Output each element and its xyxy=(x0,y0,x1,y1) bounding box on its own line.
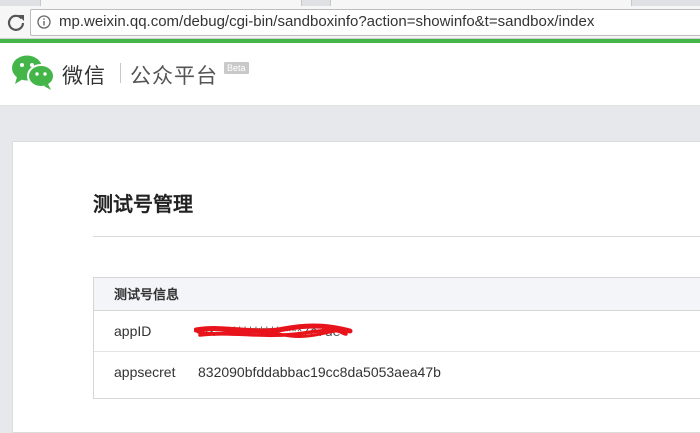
appid-label: appID xyxy=(114,323,152,339)
address-bar[interactable]: mp.weixin.qq.com/debug/cgi-bin/sandboxin… xyxy=(30,9,700,36)
info-row-appid: appID wx****************7c7de xyxy=(94,311,700,352)
reload-icon[interactable] xyxy=(6,12,26,32)
info-row-appsecret: appsecret 832090bfddabbac19cc8da5053aea4… xyxy=(94,352,700,392)
title-divider xyxy=(93,236,700,237)
page-title: 测试号管理 xyxy=(93,194,193,216)
url-text[interactable]: mp.weixin.qq.com/debug/cgi-bin/sandboxin… xyxy=(59,13,594,30)
info-box-heading: 测试号信息 xyxy=(94,278,700,311)
redaction-scribble xyxy=(194,323,353,338)
test-account-info-box: 测试号信息 appID wx****************7c7de apps… xyxy=(93,277,700,399)
appsecret-value[interactable]: 832090bfddabbac19cc8da5053aea47b xyxy=(198,352,441,392)
brand-divider xyxy=(120,63,121,83)
wechat-logo-icon[interactable] xyxy=(11,53,55,91)
info-icon[interactable] xyxy=(37,15,51,29)
product-name: 公众平台 xyxy=(130,65,218,88)
appsecret-label: appsecret xyxy=(114,364,176,380)
browser-toolbar: mp.weixin.qq.com/debug/cgi-bin/sandboxin… xyxy=(0,6,700,39)
beta-badge: Beta xyxy=(224,62,249,74)
site-header: 微信 公众平台 Beta xyxy=(0,43,700,106)
main-panel: 测试号管理 测试号信息 appID wx****************7c7d… xyxy=(12,141,700,433)
brand-name: 微信 xyxy=(62,65,106,88)
